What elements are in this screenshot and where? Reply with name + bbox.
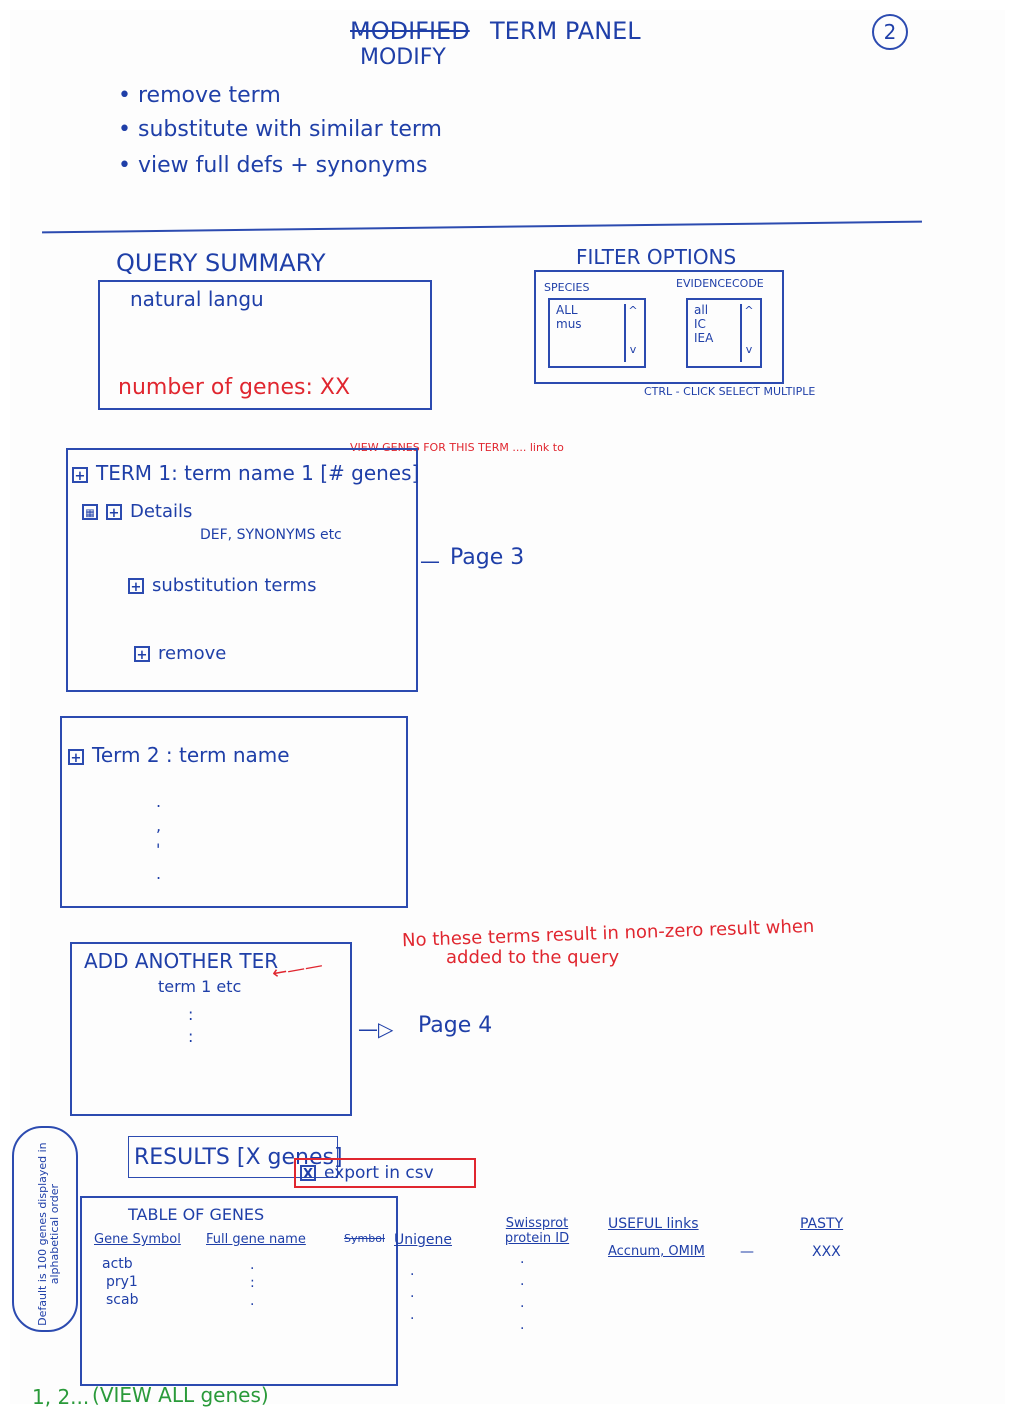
add-term-ellipsis: :: — [188, 1005, 194, 1046]
view-all-genes-link[interactable]: (VIEW ALL genes) — [92, 1384, 269, 1406]
substitution-expand-icon[interactable]: + — [128, 578, 144, 595]
page-title: TERM PANEL — [490, 17, 641, 45]
gene-table-box — [80, 1196, 398, 1386]
remove-label[interactable]: remove — [158, 643, 226, 664]
term2-ellipsis: ., '. — [156, 792, 162, 883]
col-symbol-struck[interactable]: Symbol — [344, 1232, 385, 1245]
details-label[interactable]: Details — [130, 501, 192, 522]
evidence-scrollbar[interactable]: ^ v — [740, 304, 756, 362]
export-checkbox-icon[interactable]: X — [300, 1165, 316, 1182]
col-unigene[interactable]: Unigene — [394, 1232, 452, 1248]
gene-count: number of genes: XX — [118, 375, 351, 400]
nonzero-annotation-1: No these terms result in non-zero result… — [401, 915, 815, 952]
gene-table-title: TABLE OF GENES — [128, 1205, 265, 1224]
page4-reference: Page 4 — [418, 1013, 493, 1038]
export-csv[interactable]: Xexport in csv — [300, 1164, 434, 1183]
note-substitute-term: • substitute with similar term — [118, 117, 442, 142]
query-summary-text: natural langu — [130, 287, 264, 311]
useful-links-value[interactable]: Accnum, OMIM — [608, 1244, 705, 1259]
pasty-value: XXX — [812, 1244, 841, 1260]
filter-options-heading: FILTER OPTIONS — [576, 245, 737, 269]
term2-label[interactable]: Term 2 : term name — [92, 743, 290, 767]
gene-symbol-1[interactable]: actb — [102, 1256, 133, 1272]
query-summary-heading: QUERY SUMMARY — [116, 249, 326, 277]
unigene-dots: ... — [410, 1263, 415, 1323]
term1-label[interactable]: TERM 1: term name 1 [# genes] — [96, 461, 419, 485]
term1-expand-icon[interactable]: + — [72, 466, 88, 484]
details-expand-icon[interactable]: + — [106, 504, 122, 521]
col-pasty[interactable]: PASTY — [800, 1216, 843, 1232]
export-csv-label[interactable]: export in csv — [324, 1163, 434, 1183]
pagination[interactable]: 1, 2... — [32, 1386, 89, 1408]
col-swissprot[interactable]: Swissprot protein ID — [492, 1216, 582, 1246]
substitution-terms-label[interactable]: substitution terms — [152, 575, 316, 596]
page-number-circle: 2 — [872, 14, 908, 50]
species-select[interactable]: ALL mus ^ v — [548, 298, 646, 368]
useful-links-dash: — — [740, 1244, 754, 1260]
term2-header[interactable]: + Term 2 : term name — [68, 744, 290, 766]
page4-arrow: —▷ — [358, 1017, 394, 1041]
note-view-defs: • view full defs + synonyms — [118, 153, 428, 178]
details-row[interactable]: ▦ + Details — [82, 502, 192, 522]
full-name-dots: .:. — [250, 1257, 255, 1309]
col-gene-symbol[interactable]: Gene Symbol — [94, 1232, 181, 1247]
nonzero-annotation-2: added to the query — [446, 947, 620, 968]
species-label: SPECIES — [544, 281, 590, 294]
substitution-terms-row[interactable]: + substitution terms — [128, 576, 316, 596]
col-useful-links[interactable]: USEFUL links — [608, 1216, 699, 1232]
section-divider — [42, 220, 922, 234]
term1-header[interactable]: + TERM 1: term name 1 [# genes] — [72, 462, 419, 484]
page3-arrow: — — [420, 549, 440, 573]
note-remove-term: • remove term — [118, 83, 281, 108]
gene-symbol-3[interactable]: scab — [106, 1292, 138, 1308]
details-text: DEF, SYNONYMS etc — [200, 527, 342, 543]
remove-row[interactable]: + remove — [134, 644, 226, 664]
checkbox-icon[interactable]: ▦ — [82, 504, 98, 520]
swissprot-dots: .... — [520, 1251, 525, 1333]
multi-select-hint: CTRL - CLICK SELECT MULTIPLE — [644, 385, 816, 398]
add-term-heading: ADD ANOTHER TER — [84, 949, 279, 973]
evidence-code-label: EVIDENCECODE — [676, 277, 764, 290]
evidence-code-select[interactable]: all IC IEA ^ v — [686, 298, 762, 368]
default-note: Default is 100 genes displayed in alphab… — [35, 1142, 61, 1326]
term2-expand-icon[interactable]: + — [68, 748, 84, 766]
sketch-page: MODIFIED TERM PANEL MODIFY 2 • remove te… — [10, 10, 1005, 1408]
add-term-item[interactable]: term 1 etc — [158, 978, 241, 996]
species-scrollbar[interactable]: ^ v — [624, 304, 640, 362]
page-subtitle: MODIFY — [360, 45, 446, 70]
title-struck: MODIFIED — [350, 17, 470, 45]
page3-reference: Page 3 — [450, 545, 525, 570]
remove-expand-icon[interactable]: + — [134, 646, 150, 663]
col-full-gene-name[interactable]: Full gene name — [206, 1232, 306, 1247]
gene-symbol-2[interactable]: pry1 — [106, 1274, 138, 1290]
